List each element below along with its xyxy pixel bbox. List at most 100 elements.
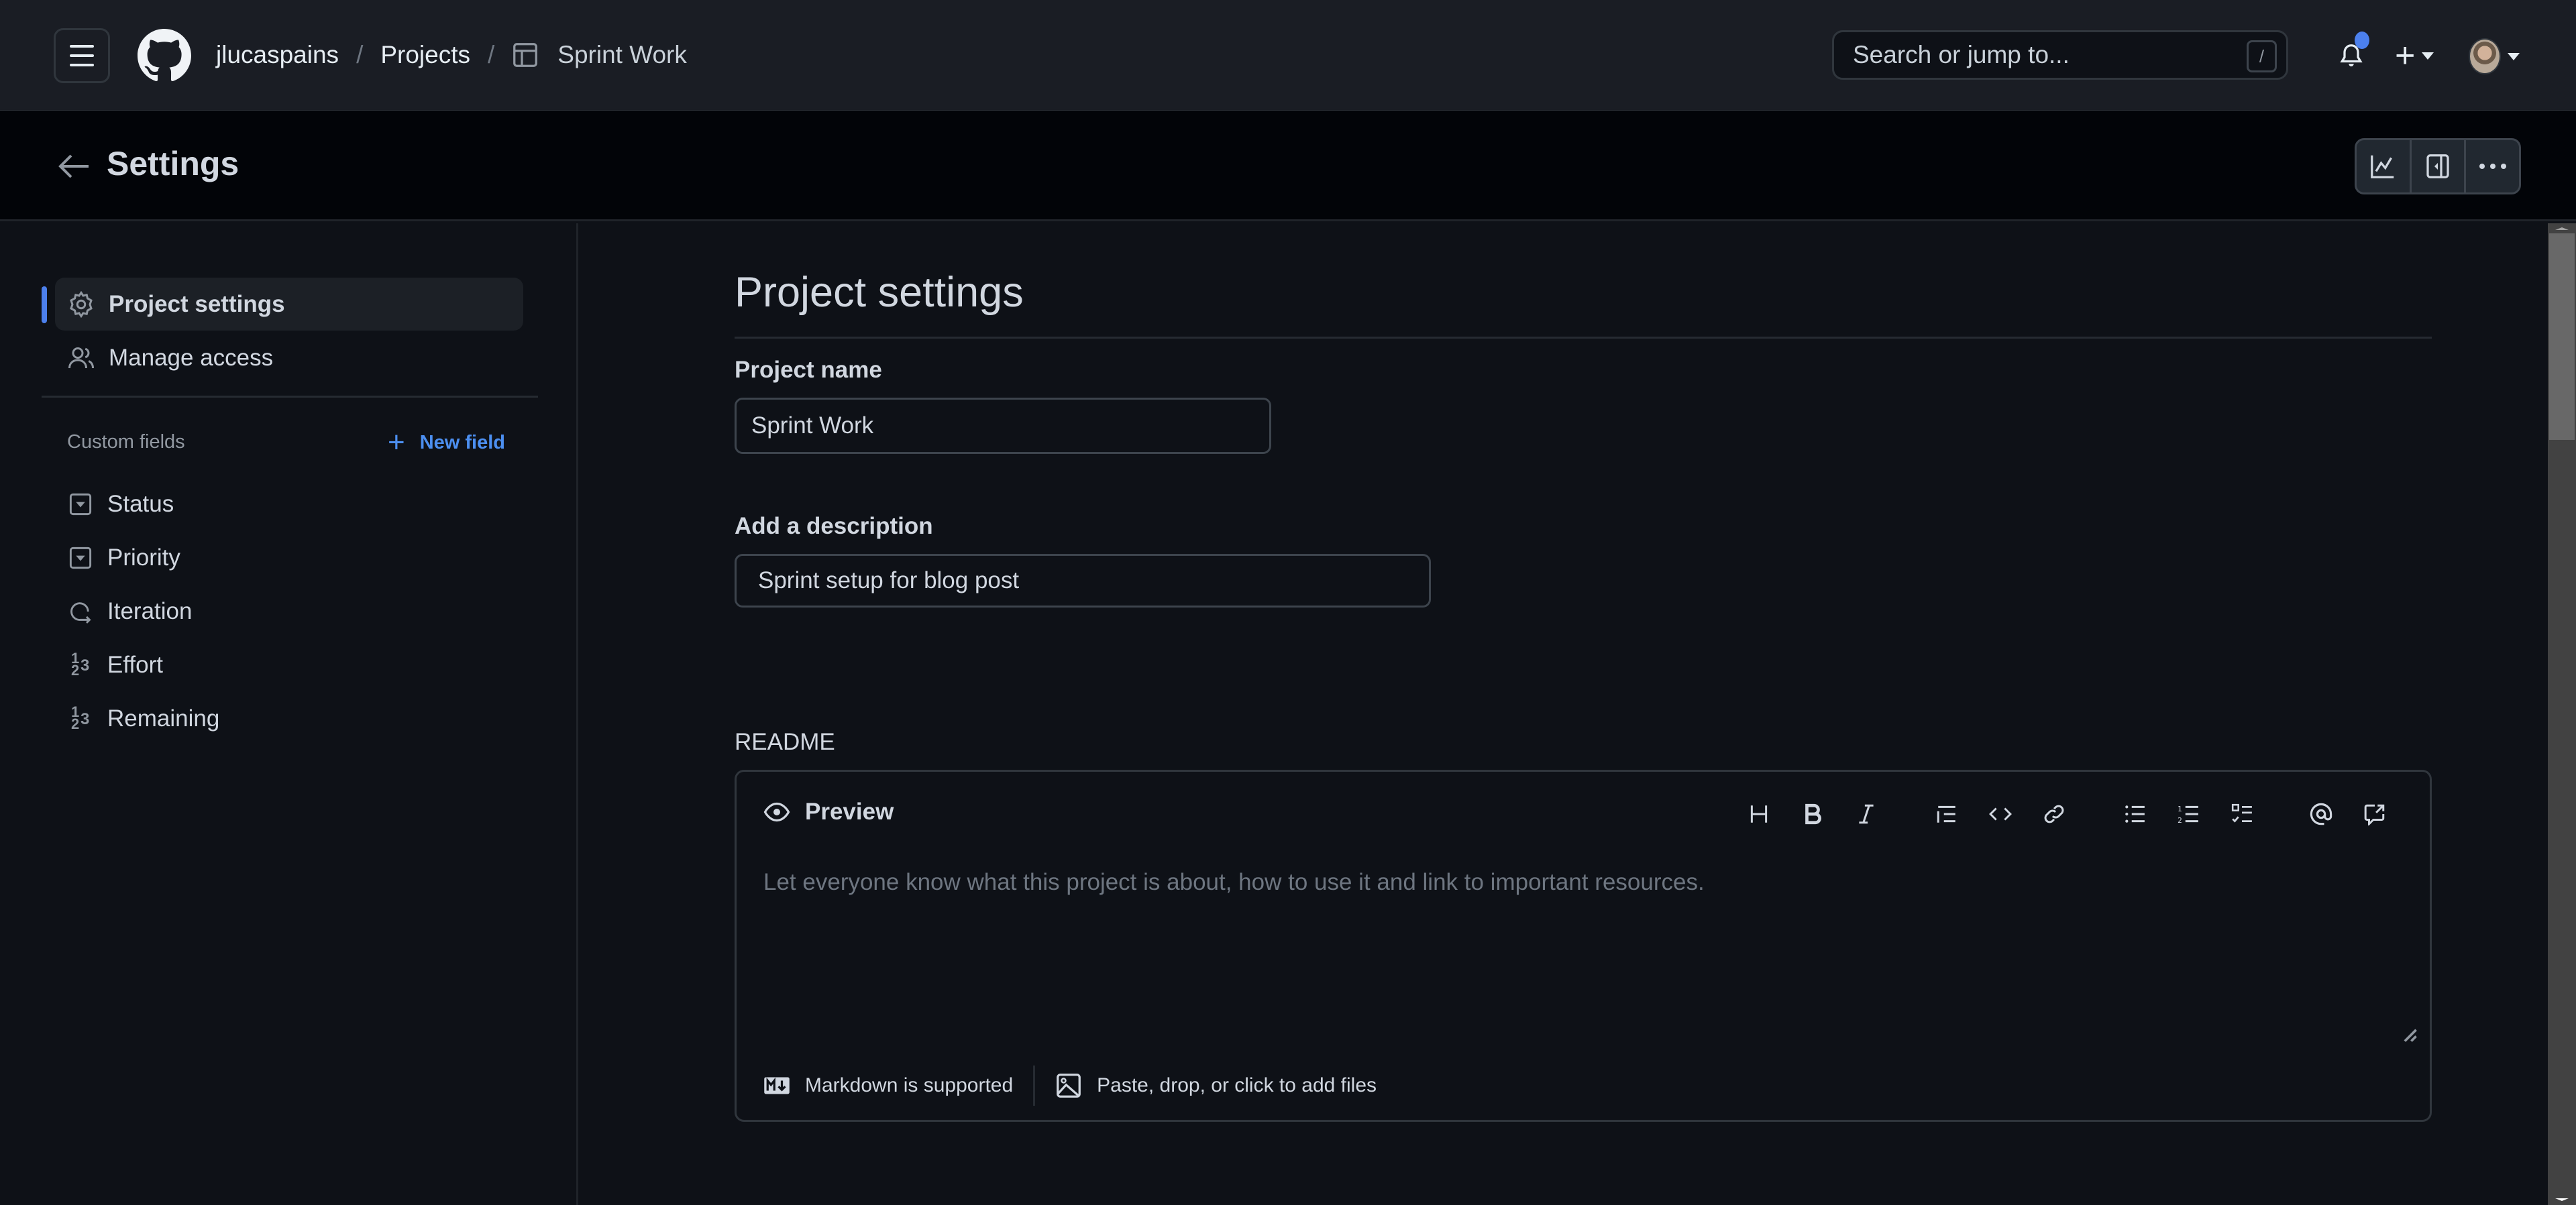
chevron-down-icon [2508,52,2520,60]
page-title: Project settings [735,269,1024,316]
search-placeholder: Search or jump to... [1853,41,2070,68]
field-item-effort[interactable]: 123 Effort [67,650,164,679]
vertical-scrollbar[interactable] [2548,223,2576,1205]
search-input[interactable]: Search or jump to... / [1832,30,2288,80]
number-icon: 123 [71,650,90,679]
unordered-list-button[interactable] [2118,797,2151,831]
notification-indicator [2355,32,2369,49]
field-item-priority[interactable]: Priority [67,544,180,571]
scroll-up-arrow-icon[interactable] [2555,227,2569,230]
number-icon: 123 [71,703,90,732]
hamburger-line [70,64,94,66]
breadcrumb-separator: / [356,41,364,68]
mention-icon [2310,803,2332,825]
italic-button[interactable] [1850,797,1882,831]
hamburger-line [70,45,94,48]
graph-icon [2371,155,2394,178]
code-button[interactable] [1984,797,2017,831]
breadcrumb-projects[interactable]: Projects [380,41,470,69]
project-name-input[interactable]: Sprint Work [735,398,1271,454]
sidebar-item-label: Project settings [109,290,285,317]
tasklist-icon [2231,803,2252,823]
breadcrumb-current-project[interactable]: Sprint Work [557,41,687,69]
footer-divider [1033,1066,1036,1106]
user-menu-button[interactable] [2469,38,2520,74]
link-icon [2044,805,2064,823]
field-item-status[interactable]: Status [67,491,174,518]
new-field-label: New field [419,431,506,453]
description-value: Sprint setup for blog post [758,567,1020,593]
image-icon [1057,1074,1081,1098]
sidebar-divider [42,396,538,398]
search-shortcut-key: / [2247,40,2277,72]
kebab-horizontal-icon [2479,164,2506,169]
chevron-down-icon [2422,52,2434,60]
people-icon [66,343,97,374]
iterations-icon [67,598,94,625]
back-arrow-icon[interactable] [58,153,90,180]
plus-icon: + [2395,36,2416,75]
quote-button[interactable] [1931,797,1963,831]
plus-icon: + [388,426,405,459]
breadcrumb: jlucaspains / Projects / Sprint Work [216,35,687,75]
field-label: Effort [107,652,164,678]
project-name-label: Project name [735,357,882,383]
svg-text:2: 2 [2178,816,2182,825]
resize-handle-icon[interactable] [2402,1027,2418,1043]
create-new-button[interactable]: + [2395,36,2435,75]
open-global-nav-button[interactable] [54,28,110,83]
italic-icon [1859,804,1874,824]
markdown-supported-link[interactable]: Markdown is supported [805,1074,1013,1097]
field-label: Remaining [107,705,220,732]
heading-button[interactable] [1743,797,1775,831]
more-options-button[interactable] [2466,140,2519,192]
new-field-button[interactable]: + New field [388,428,505,457]
scrollbar-thumb[interactable] [2549,233,2575,440]
mention-button[interactable] [2305,797,2337,831]
single-select-icon [67,491,94,518]
quote-icon [1937,805,1955,823]
list-ordered-icon: 12 [2178,805,2198,825]
field-item-iteration[interactable]: Iteration [67,598,192,625]
table-icon [513,43,538,67]
eye-icon [763,802,790,822]
field-item-remaining[interactable]: 123 Remaining [67,705,219,732]
reference-button[interactable] [2359,797,2391,831]
project-name-value: Sprint Work [751,412,874,439]
breadcrumb-owner[interactable]: jlucaspains [216,41,339,69]
settings-header [0,111,2576,221]
readme-editor: Preview 12 Let everyone know what this p… [735,770,2432,1122]
list-unordered-icon [2125,805,2145,823]
attach-files-button[interactable]: Paste, drop, or click to add files [1097,1074,1377,1097]
link-button[interactable] [2038,797,2070,831]
scroll-down-arrow-icon[interactable] [2555,1198,2569,1201]
preview-tab[interactable]: Preview [763,799,894,825]
header-actions [2355,138,2521,194]
toggle-side-panel-button[interactable] [2412,140,2467,192]
gear-icon [66,289,97,320]
insights-button[interactable] [2357,140,2412,192]
bold-button[interactable] [1796,797,1829,831]
field-label: Priority [107,544,180,571]
code-icon [1989,807,2012,821]
description-input[interactable]: Sprint setup for blog post [735,554,1431,608]
ordered-list-button[interactable]: 12 [2172,797,2204,831]
page-header-title: Settings [107,145,239,182]
bold-icon [1805,803,1821,825]
custom-fields-heading: Custom fields [67,431,185,453]
editor-footer: Markdown is supported Paste, drop, or cl… [763,1066,1377,1106]
sidebar-expand-icon [2426,154,2449,178]
avatar [2469,38,2501,74]
readme-textarea[interactable]: Let everyone know what this project is a… [763,869,1705,896]
active-indicator [42,286,47,323]
description-label: Add a description [735,513,933,539]
sidebar-item-project-settings[interactable]: Project settings [55,278,523,331]
github-logo-icon[interactable] [138,29,191,82]
preview-label: Preview [805,799,894,825]
title-divider [735,337,2432,339]
field-label: Status [107,491,174,517]
markdown-icon [764,1077,790,1094]
sidebar-item-manage-access[interactable]: Manage access [55,331,523,384]
task-list-button[interactable] [2226,797,2258,831]
breadcrumb-separator: / [488,41,495,68]
